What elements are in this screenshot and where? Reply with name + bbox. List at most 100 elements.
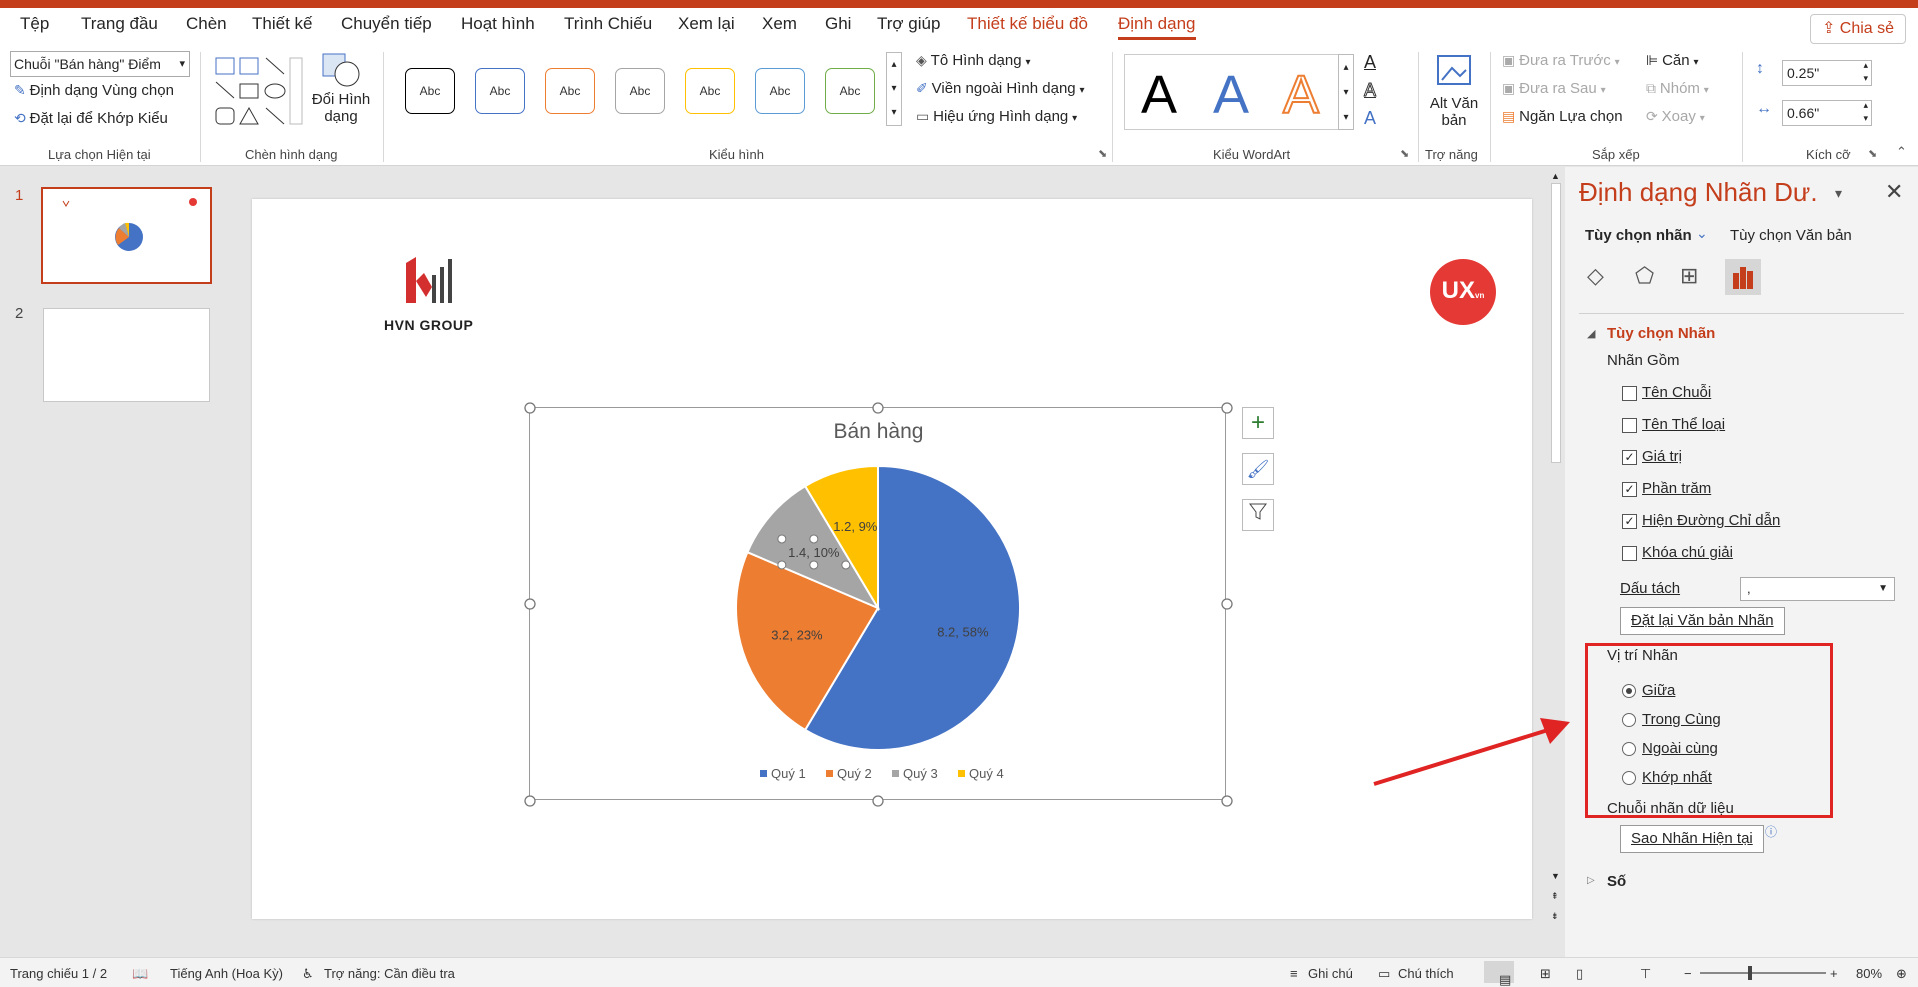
tab-file[interactable]: Tệp xyxy=(20,14,49,34)
slide-sorter-icon[interactable]: ⊞ xyxy=(1540,966,1551,982)
status-zoom[interactable]: 80% xyxy=(1856,966,1882,981)
alt-text-button[interactable]: Alt Văn bản xyxy=(1424,52,1484,129)
tab-home[interactable]: Trang đầu xyxy=(81,14,158,34)
scroll-thumb[interactable] xyxy=(1551,183,1561,463)
pie-data-label[interactable]: 8.2, 58% xyxy=(937,624,989,639)
chart-element-dropdown[interactable]: Chuỗi "Bán hàng" Điểm ▾ xyxy=(10,51,190,77)
normal-view-button[interactable]: ▤ xyxy=(1484,961,1514,987)
legend-label[interactable]: Quý 4 xyxy=(969,766,1004,781)
shape-outline-button[interactable]: ✐ Viền ngoài Hình dạng ▾ xyxy=(916,80,1085,97)
tab-insert[interactable]: Chèn xyxy=(186,14,227,34)
zoom-out-icon[interactable]: − xyxy=(1684,966,1692,981)
spinner-icon[interactable]: ▴ ▾ xyxy=(1863,99,1868,125)
spinner-icon[interactable]: ▴ ▾ xyxy=(1863,59,1868,85)
status-language[interactable]: Tiếng Anh (Hoa Kỳ) xyxy=(170,966,283,981)
shape-style-swatch[interactable]: Abc xyxy=(615,68,665,114)
clone-current-label-button[interactable]: Sao Nhãn Hiện tại xyxy=(1620,825,1764,853)
legend-label[interactable]: Quý 1 xyxy=(771,766,806,781)
close-icon[interactable]: ✕ xyxy=(1885,179,1903,205)
pie-data-label[interactable]: 1.2, 9% xyxy=(833,519,878,534)
previous-slide-icon[interactable]: ⇞ xyxy=(1551,891,1559,902)
reset-label-text-button[interactable]: Đặt lại Văn bản Nhãn xyxy=(1620,607,1785,635)
tab-animations[interactable]: Hoạt hình xyxy=(461,14,535,34)
slide-thumbnail-1[interactable] xyxy=(41,187,212,284)
reading-view-icon[interactable]: ▯ xyxy=(1576,966,1583,982)
size-properties-icon[interactable]: ⊞ xyxy=(1680,263,1698,289)
shape-style-swatch[interactable]: Abc xyxy=(545,68,595,114)
checkbox-value[interactable]: ✓ xyxy=(1622,450,1637,465)
slide-canvas[interactable]: HVN GROUP UXvn Bán hàng 8.2, 58% 3.2, 23%… xyxy=(252,199,1532,919)
status-comments[interactable]: Chú thích xyxy=(1398,966,1454,981)
selection-pane-button[interactable]: ▤ Ngăn Lựa chọn xyxy=(1502,108,1623,125)
checkbox-series-name[interactable] xyxy=(1622,386,1637,401)
tab-slideshow[interactable]: Trình Chiếu xyxy=(564,14,652,34)
collapsed-triangle-icon[interactable]: ▷ xyxy=(1587,875,1595,886)
text-fill-icon[interactable]: A xyxy=(1364,52,1376,73)
reset-to-match-button[interactable]: ⟲ Đặt lại để Khớp Kiểu xyxy=(14,110,168,127)
shape-style-swatch[interactable]: Abc xyxy=(475,68,525,114)
fit-to-window-icon[interactable]: ⊕ xyxy=(1896,966,1907,982)
label-options-icon[interactable] xyxy=(1725,259,1761,295)
comments-icon[interactable]: ▭ xyxy=(1378,966,1390,982)
next-slide-icon[interactable]: ⇟ xyxy=(1551,911,1559,922)
shape-height-input[interactable]: 0.25" ▴ ▾ xyxy=(1782,60,1872,86)
chevron-down-icon[interactable]: ⌄ xyxy=(1696,225,1708,242)
status-notes[interactable]: Ghi chú xyxy=(1308,966,1353,981)
wordart-scroll[interactable]: ▴ ▾ ▾ xyxy=(1338,54,1354,130)
checkbox-percentage[interactable]: ✓ xyxy=(1622,482,1637,497)
format-selection-button[interactable]: ✎ Định dạng Vùng chọn xyxy=(14,82,174,99)
label-handle[interactable] xyxy=(809,560,819,570)
tab-text-options[interactable]: Tùy chọn Văn bản xyxy=(1730,227,1852,244)
slide-thumbnail-2[interactable] xyxy=(43,308,210,402)
dialog-launcher-icon[interactable]: ⬊ xyxy=(1098,147,1107,160)
change-shape-button[interactable]: Đổi Hình dạng xyxy=(308,52,374,142)
chart-elements-button[interactable]: + xyxy=(1242,407,1274,439)
shape-style-swatch[interactable]: Abc xyxy=(755,68,805,114)
spellcheck-icon[interactable]: 📖 xyxy=(132,966,148,982)
text-effects-icon[interactable]: A xyxy=(1364,108,1376,129)
tab-format[interactable]: Định dạng xyxy=(1118,14,1196,40)
tab-help[interactable]: Trợ giúp xyxy=(877,14,940,34)
checkbox-category-name[interactable] xyxy=(1622,418,1637,433)
align-button[interactable]: ⊫ Căn ▾ xyxy=(1646,52,1699,69)
tab-chart-design[interactable]: Thiết kế biểu đồ xyxy=(967,14,1088,34)
separator-dropdown[interactable]: , ▼ xyxy=(1740,577,1895,601)
info-icon[interactable]: ⓘ xyxy=(1765,823,1777,840)
tab-label-options[interactable]: Tùy chọn nhãn xyxy=(1585,227,1692,244)
wordart-style-orange-outline[interactable]: A xyxy=(1282,64,1320,126)
shape-style-swatch[interactable]: Abc xyxy=(825,68,875,114)
zoom-slider[interactable] xyxy=(1700,966,1826,980)
zoom-in-icon[interactable]: + xyxy=(1830,966,1838,981)
slideshow-icon[interactable]: ⊤ xyxy=(1640,966,1651,982)
shape-width-input[interactable]: 0.66" ▴ ▾ xyxy=(1782,100,1872,126)
label-handle[interactable] xyxy=(809,534,819,544)
scroll-up-icon[interactable]: ▲ xyxy=(1551,171,1560,181)
shape-fill-button[interactable]: ◈ Tô Hình dạng ▾ xyxy=(916,52,1031,69)
shape-style-swatch[interactable]: Abc xyxy=(405,68,455,114)
tab-view[interactable]: Xem xyxy=(762,14,797,34)
label-handle[interactable] xyxy=(777,534,787,544)
expanded-triangle-icon[interactable]: ◢ xyxy=(1587,327,1595,340)
legend-label[interactable]: Quý 3 xyxy=(903,766,938,781)
checkbox-legend-key[interactable] xyxy=(1622,546,1637,561)
section-label-options[interactable]: Tùy chọn Nhãn xyxy=(1607,325,1715,342)
dialog-launcher-icon[interactable]: ⬊ xyxy=(1868,147,1877,160)
status-accessibility[interactable]: Trợ năng: Cần điều tra xyxy=(324,966,455,981)
chart-styles-button[interactable]: 🖌 xyxy=(1242,453,1274,485)
scroll-down-icon[interactable]: ▼ xyxy=(1551,871,1560,881)
share-button[interactable]: ⇪ Chia sẻ xyxy=(1810,14,1906,44)
text-outline-icon[interactable]: A xyxy=(1363,80,1376,101)
legend-label[interactable]: Quý 2 xyxy=(837,766,872,781)
shape-effects-button[interactable]: ▭ Hiệu ứng Hình dạng ▾ xyxy=(916,108,1077,125)
label-handle[interactable] xyxy=(777,560,787,570)
chart-frame[interactable]: Bán hàng 8.2, 58% 3.2, 23% 1.4, 10% 1.2, 9%… xyxy=(524,402,1233,807)
collapse-ribbon-icon[interactable]: ⌃ xyxy=(1896,144,1907,160)
shape-style-swatch[interactable]: Abc xyxy=(685,68,735,114)
zoom-slider-thumb[interactable] xyxy=(1748,966,1752,980)
shapes-gallery[interactable] xyxy=(212,54,304,130)
pie-data-label[interactable]: 1.4, 10% xyxy=(788,545,840,560)
tab-record[interactable]: Ghi xyxy=(825,14,851,34)
dialog-launcher-icon[interactable]: ⬊ xyxy=(1400,147,1409,160)
wordart-style-blue[interactable]: A xyxy=(1213,65,1249,125)
section-number[interactable]: Số xyxy=(1607,873,1626,890)
